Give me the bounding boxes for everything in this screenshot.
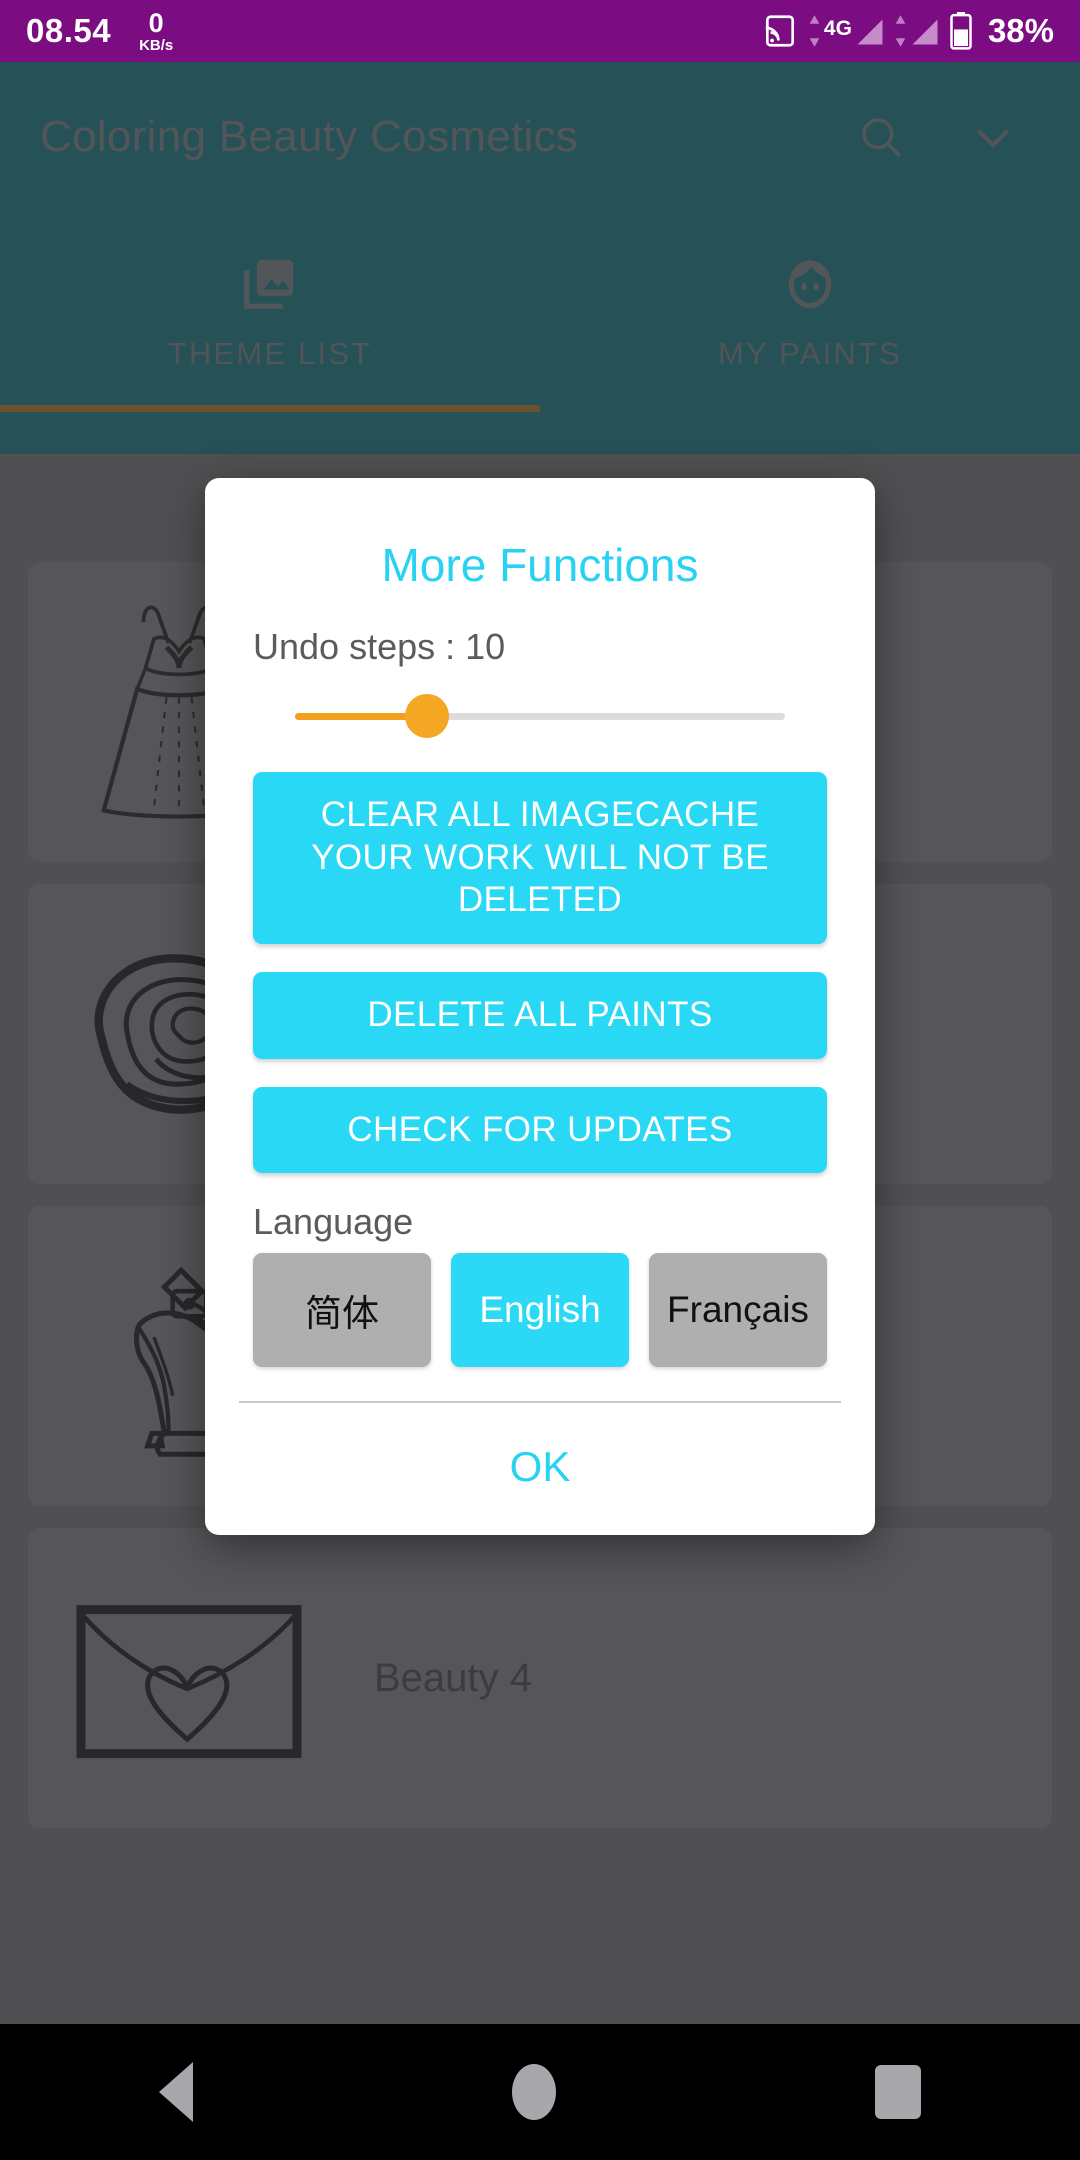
home-icon[interactable] bbox=[511, 2064, 556, 2120]
android-nav-bar bbox=[0, 2024, 1080, 2160]
status-bar: 08.54 0 KB/s 4G 38% bbox=[0, 0, 1080, 62]
language-options: 简体 English Français bbox=[253, 1253, 827, 1368]
undo-steps-label: Undo steps : 10 bbox=[253, 626, 506, 667]
status-icons: 4G 38% bbox=[761, 12, 1054, 50]
more-functions-dialog: More Functions Undo steps : 10 CLEAR ALL… bbox=[205, 478, 875, 1536]
cast-icon bbox=[765, 15, 794, 47]
dialog-title: More Functions bbox=[381, 539, 699, 591]
language-section-label: Language bbox=[253, 1201, 414, 1243]
back-icon[interactable] bbox=[159, 2062, 194, 2122]
check-for-updates-button[interactable]: CHECK FOR UPDATES bbox=[253, 1086, 827, 1174]
network-speed-unit: KB/s bbox=[139, 36, 174, 54]
language-option-simplified-chinese[interactable]: 简体 bbox=[253, 1253, 431, 1368]
language-option-french[interactable]: Français bbox=[649, 1253, 827, 1368]
battery-icon bbox=[950, 12, 972, 50]
slider-thumb[interactable] bbox=[405, 694, 450, 738]
clear-image-cache-button[interactable]: CLEAR ALL IMAGECACHE YOUR WORK WILL NOT … bbox=[253, 772, 827, 945]
undo-steps-slider[interactable] bbox=[295, 694, 785, 738]
recents-icon[interactable] bbox=[874, 2065, 921, 2119]
ok-button[interactable]: OK bbox=[205, 1403, 875, 1535]
signal-bars-icon bbox=[894, 14, 940, 48]
language-option-english[interactable]: English bbox=[451, 1253, 629, 1368]
network-speed-indicator: 0 KB/s bbox=[139, 7, 174, 54]
phone-screen: 08.54 0 KB/s 4G 38% More Functions Undo … bbox=[0, 0, 1080, 2160]
battery-percent: 38% bbox=[987, 12, 1054, 49]
delete-all-paints-button[interactable]: DELETE ALL PAINTS bbox=[253, 972, 827, 1059]
dialog-body: Undo steps : 10 CLEAR ALL IMAGECACHE YOU… bbox=[205, 626, 875, 1368]
signal-4g-icon: 4G bbox=[808, 14, 885, 48]
status-time: 08.54 bbox=[26, 12, 112, 49]
network-speed-value: 0 bbox=[148, 7, 164, 38]
